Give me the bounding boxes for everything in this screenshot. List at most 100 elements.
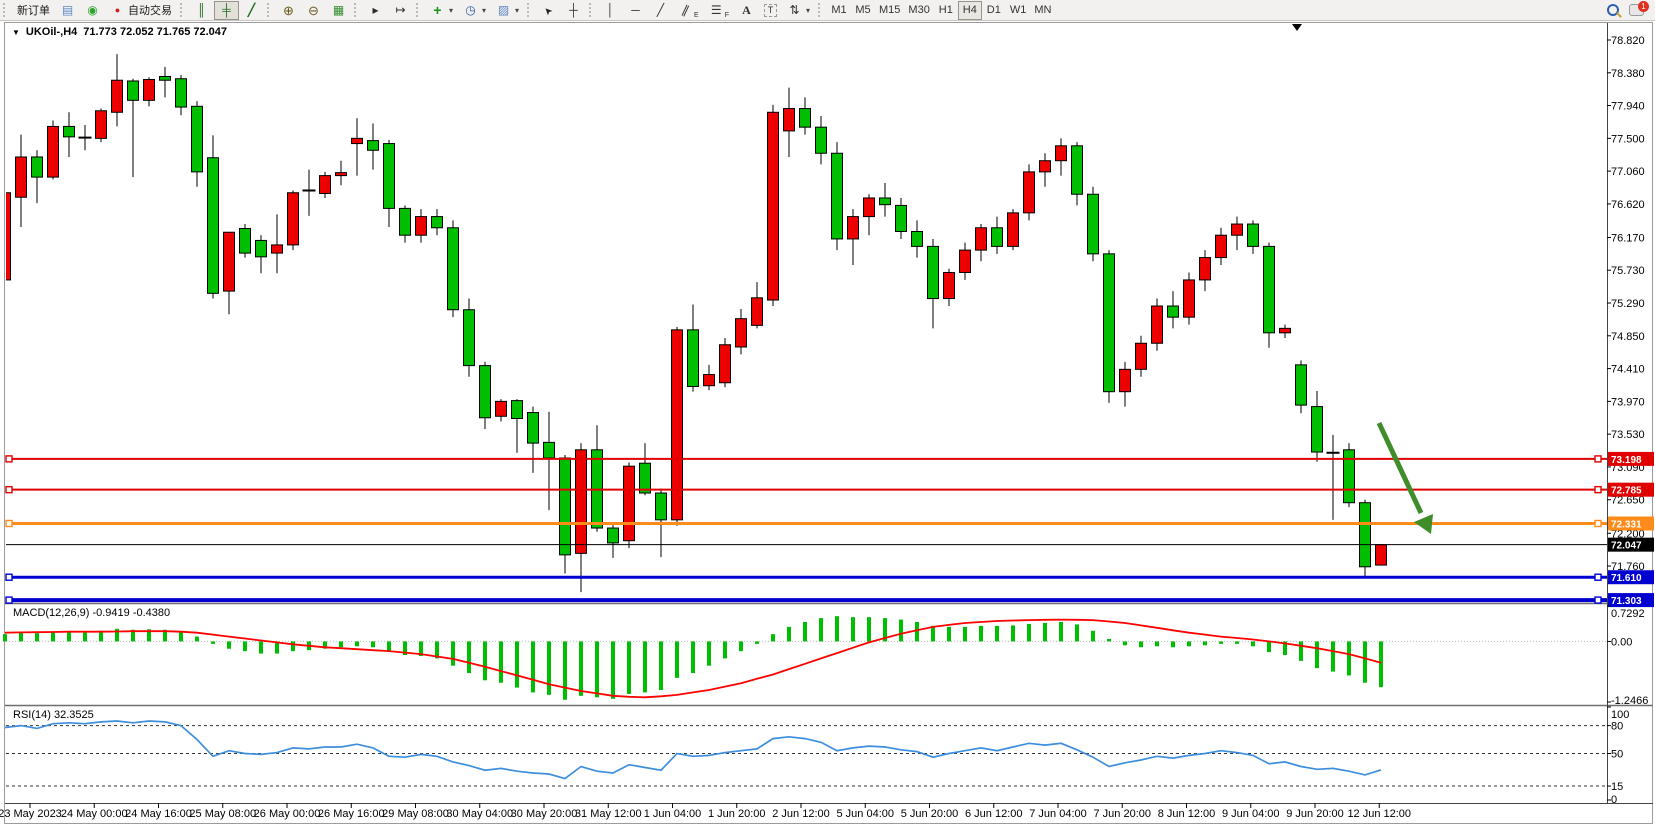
timeframe-m5-button[interactable]: M5 <box>851 1 875 20</box>
line-handle[interactable] <box>6 520 12 526</box>
trendline-icon: ╱ <box>653 3 668 18</box>
candle <box>1360 500 1371 578</box>
auto-scroll-button[interactable]: ▸ <box>363 1 388 20</box>
horizontal-line-button[interactable]: ─ <box>623 1 648 20</box>
line-handle[interactable] <box>1595 456 1601 462</box>
timeframe-h4-button[interactable]: H4 <box>958 1 982 20</box>
chart-menu-icon[interactable]: ▼ <box>12 28 20 37</box>
candle <box>256 235 267 273</box>
auto-trading-button-label: 自动交易 <box>128 2 172 18</box>
candle <box>880 183 891 217</box>
text-button[interactable]: A <box>734 1 759 20</box>
svg-text:30 May 20:00: 30 May 20:00 <box>511 808 578 820</box>
resistance-line-2[interactable] <box>6 487 1607 493</box>
trend-arrow-annotation[interactable] <box>1379 423 1433 534</box>
candle <box>688 305 699 392</box>
auto-trading-button[interactable]: ●自动交易 <box>105 1 177 20</box>
svg-text:29 May 08:00: 29 May 08:00 <box>382 808 449 820</box>
line-handle[interactable] <box>1595 487 1601 493</box>
candlestick-chart-button[interactable]: ╪ <box>214 1 239 20</box>
svg-text:24 May 00:00: 24 May 00:00 <box>61 808 128 820</box>
chevron-down-icon: ▾ <box>449 6 453 15</box>
candle <box>192 101 203 187</box>
equidistant-channel-button[interactable]: ∥E <box>673 1 704 20</box>
mt4-window: 新订单▤◉●自动交易║╪╱⊕⊖▦▸↦+▾◷▾▨▾➤┼│─╱∥E☰FAT⇅▾M1M… <box>0 0 1655 827</box>
svg-text:26 May 00:00: 26 May 00:00 <box>254 808 321 820</box>
chart-window[interactable]: 78.82078.38077.94077.50077.06076.62076.1… <box>0 21 1655 827</box>
svg-text:9 Jun 20:00: 9 Jun 20:00 <box>1286 808 1344 820</box>
candle <box>720 338 731 387</box>
svg-text:6 Jun 12:00: 6 Jun 12:00 <box>965 808 1023 820</box>
time-axis[interactable]: 23 May 202324 May 00:0024 May 16:0025 Ma… <box>0 803 1411 820</box>
cursor-button[interactable]: ➤ <box>536 1 561 20</box>
candle <box>1216 228 1227 265</box>
candle <box>160 67 171 98</box>
candle <box>1296 360 1307 413</box>
timeframe-w1-button[interactable]: W1 <box>1006 1 1031 20</box>
svg-text:5 Jun 20:00: 5 Jun 20:00 <box>901 808 959 820</box>
candle-chart-icon: ╪ <box>219 3 234 18</box>
line-handle[interactable] <box>1595 597 1601 603</box>
templates-button[interactable]: ▨▾ <box>491 1 524 20</box>
price-axis[interactable]: 78.82078.38077.94077.50077.06076.62076.1… <box>1607 35 1654 806</box>
crosshair-button[interactable]: ┼ <box>561 1 586 20</box>
price-chart[interactable]: 78.82078.38077.94077.50077.06076.62076.1… <box>0 21 1655 827</box>
timeframe-m1-button[interactable]: M1 <box>827 1 851 20</box>
notifications-button[interactable]: 1 <box>1624 1 1649 20</box>
svg-text:7 Jun 20:00: 7 Jun 20:00 <box>1094 808 1152 820</box>
text-label-button[interactable]: T <box>759 1 782 20</box>
tile-windows-button[interactable]: ▦ <box>326 1 351 20</box>
candle <box>816 116 827 164</box>
line-handle[interactable] <box>6 574 12 580</box>
timeframe-m15-button[interactable]: M15 <box>875 1 904 20</box>
bar-chart-button[interactable]: ║ <box>189 1 214 20</box>
bar-chart-icon: ║ <box>194 3 209 18</box>
line-handle[interactable] <box>1595 520 1601 526</box>
search-button[interactable] <box>1602 1 1624 20</box>
line-handle[interactable] <box>1595 574 1601 580</box>
line-handle[interactable] <box>6 487 12 493</box>
line-chart-button[interactable]: ╱ <box>239 1 264 20</box>
support-line-2[interactable] <box>6 597 1607 603</box>
zoom-out-button[interactable]: ⊖ <box>301 1 326 20</box>
add-indicator-icon: + <box>430 3 445 18</box>
timeframe-m30-button[interactable]: M30 <box>904 1 933 20</box>
trendline-button[interactable]: ╱ <box>648 1 673 20</box>
template-icon: ▨ <box>496 3 511 18</box>
line-handle[interactable] <box>6 597 12 603</box>
shapes-button[interactable]: ⇅▾ <box>782 1 815 20</box>
svg-text:71.303: 71.303 <box>1611 596 1642 607</box>
candle <box>1327 435 1340 520</box>
tile-windows-icon: ▦ <box>331 3 346 18</box>
periods-button[interactable]: ◷▾ <box>458 1 491 20</box>
support-line-1[interactable] <box>6 574 1607 580</box>
search-icon <box>1607 4 1619 16</box>
svg-text:23 May 2023: 23 May 2023 <box>0 808 62 820</box>
candle <box>1104 250 1115 403</box>
resistance-line-1[interactable] <box>6 456 1607 462</box>
candle <box>272 214 283 273</box>
zoom-in-button[interactable]: ⊕ <box>276 1 301 20</box>
candle <box>848 209 859 265</box>
svg-text:74.410: 74.410 <box>1611 364 1645 376</box>
timeframe-mn-button[interactable]: MN <box>1030 1 1055 20</box>
timeframe-d1-button[interactable]: D1 <box>982 1 1006 20</box>
candle <box>1200 250 1211 291</box>
candle <box>912 220 923 257</box>
signals-button[interactable]: ◉ <box>80 1 105 20</box>
chart-shift-button[interactable]: ↦ <box>388 1 413 20</box>
candle <box>432 209 443 235</box>
fibonacci-button[interactable]: ☰F <box>704 1 734 20</box>
new-order-button-label: 新订单 <box>17 2 50 18</box>
toolbar: 新订单▤◉●自动交易║╪╱⊕⊖▦▸↦+▾◷▾▨▾➤┼│─╱∥E☰FAT⇅▾M1M… <box>0 0 1655 21</box>
candle <box>672 327 683 526</box>
indicators-button[interactable]: +▾ <box>425 1 458 20</box>
vertical-line-button[interactable]: │ <box>598 1 623 20</box>
chart-window-button[interactable]: ▤ <box>55 1 80 20</box>
new-order-button[interactable]: 新订单 <box>12 1 55 20</box>
line-handle[interactable] <box>6 456 12 462</box>
svg-text:25 May 08:00: 25 May 08:00 <box>189 808 256 820</box>
candle <box>1040 153 1051 187</box>
timeframe-h1-button[interactable]: H1 <box>934 1 958 20</box>
candle <box>1136 336 1147 377</box>
